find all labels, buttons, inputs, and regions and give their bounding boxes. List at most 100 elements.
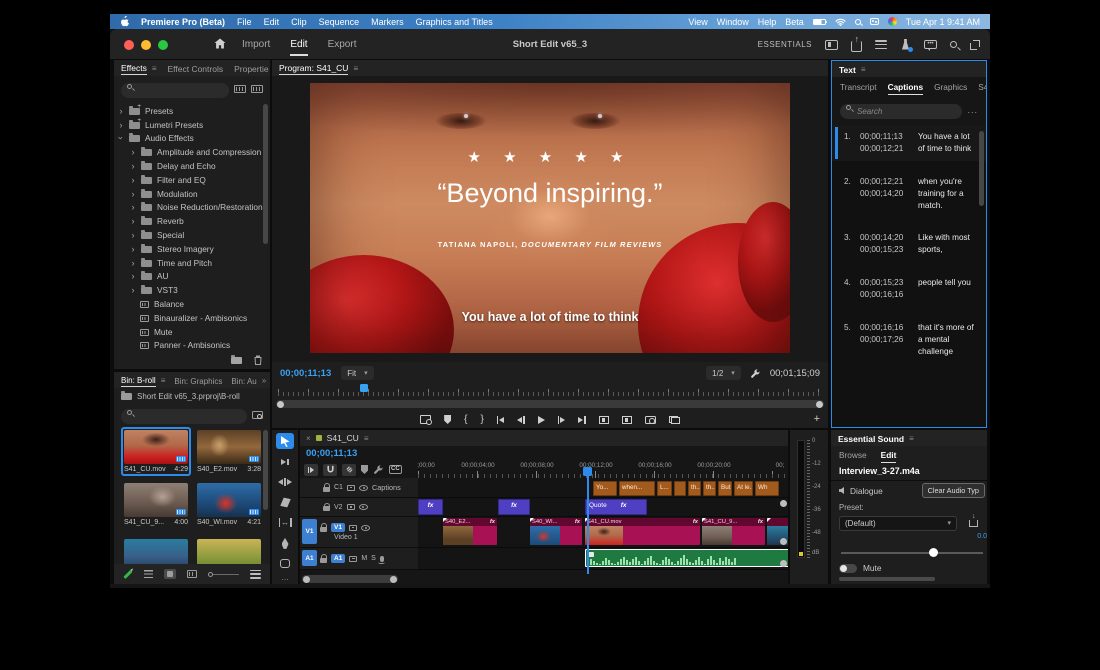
program-time-ruler[interactable] [278,385,822,396]
panel-menu-icon[interactable]: ≡ [364,434,369,443]
tab-program[interactable]: Program: S41_CU [279,61,348,75]
chevron-right-icon[interactable]: › [130,203,136,211]
bin-clip-s40-wi[interactable]: S40_WI.mov4:21 [197,483,261,526]
tab-edit[interactable]: Edit [290,33,307,56]
snap-magnet-icon[interactable] [323,464,337,476]
voiceover-mic-icon[interactable] [380,556,384,562]
tab-bin-broll[interactable]: Bin: B-roll [121,374,156,387]
program-timecode[interactable]: 00;00;11;13 [280,368,331,379]
source-patch-v1[interactable]: V1 [302,519,317,544]
sort-icon[interactable] [250,570,261,579]
program-video[interactable]: ★ ★ ★ ★ ★ “Beyond inspiring.” TATIANA NA… [310,83,790,353]
audio-effects-filter-icon[interactable] [251,85,263,93]
panel-overflow-icon[interactable]: » [262,376,266,385]
chevron-right-icon[interactable]: › [130,190,136,198]
tab-effect-controls[interactable]: Effect Controls [168,62,224,74]
gain-value[interactable]: 0.0 [977,533,987,540]
chevron-right-icon[interactable]: › [130,245,136,253]
timeline-playhead-marker[interactable] [583,467,592,476]
extract-icon[interactable] [622,416,632,424]
tree-item-delay-echo[interactable]: ›Delay and Echo [118,159,266,173]
caption-clip[interactable]: th... [688,481,701,496]
graphic-clip[interactable]: fx [418,499,443,515]
timeline-settings-icon[interactable] [373,464,384,475]
chevron-right-icon[interactable]: › [130,176,136,184]
spotlight-search-icon[interactable] [855,19,861,25]
home-icon[interactable] [214,38,226,49]
timeline-playhead[interactable] [587,474,589,574]
bin-search-input[interactable] [121,409,247,424]
lock-icon[interactable] [320,558,327,563]
tab-essential-sound[interactable]: Essential Sound [838,432,904,445]
freeform-view-icon[interactable] [187,570,198,578]
tree-item-mute[interactable]: Mute [118,325,266,339]
nest-toggle-icon[interactable] [304,464,318,476]
caption-clip[interactable]: Wh [755,481,779,496]
solo-track-button[interactable]: S [371,555,376,562]
menu-lines-icon[interactable] [875,40,887,49]
button-editor-plus-icon[interactable]: + [814,413,820,425]
program-scrollbar[interactable] [276,400,824,408]
selection-tool[interactable] [276,433,294,449]
ripple-edit-tool[interactable] [276,474,294,490]
close-window-button[interactable] [124,40,134,50]
tree-item-binauralizer[interactable]: Binauralizer - Ambisonics [118,311,266,325]
menu-window[interactable]: Window [717,17,749,27]
menu-clip[interactable]: Clip [291,17,307,27]
zoom-slider[interactable] [208,572,239,577]
bin-clip-partial[interactable] [124,539,188,564]
zoom-window-button[interactable] [158,40,168,50]
caption-row-3[interactable]: 3. 00;00;14;2000;00;15;23 Like with most… [832,226,986,262]
chevron-right-icon[interactable]: › [130,231,136,239]
tab-effects[interactable]: Effects [121,61,147,75]
clear-audio-type-button[interactable]: Clear Audio Typ [922,483,985,498]
comments-icon[interactable]: ••• [924,40,937,49]
tab-browse[interactable]: Browse [839,450,867,460]
playback-resolution-select[interactable]: 1/2▾ [706,366,741,380]
tab-properties[interactable]: Propertie [234,62,269,74]
captions-cc-icon[interactable]: CC [389,465,402,474]
tree-item-vst3[interactable]: ›VST3 [118,283,266,297]
wifi-icon[interactable] [835,18,846,26]
lift-icon[interactable] [599,416,609,424]
video-clip-s41-cu-9[interactable]: S41_CU_9...fx [702,518,765,545]
caption-clip[interactable]: L... [657,481,672,496]
display-style-icon[interactable] [347,504,355,510]
tab-sequence[interactable]: S41_CU [327,433,359,443]
linked-selection-icon[interactable] [342,464,356,476]
chevron-right-icon[interactable]: › [130,148,136,156]
menu-graphics-titles[interactable]: Graphics and Titles [416,17,493,27]
caption-row-5[interactable]: 5. 00;00;16;1600;00;17;26 that it's more… [832,316,986,364]
save-preset-icon[interactable] [969,520,978,527]
graphic-clip[interactable]: fx [498,499,530,515]
menu-view[interactable]: View [688,17,707,27]
menu-markers[interactable]: Markers [371,17,404,27]
bin-clip-s40-e2[interactable]: S40_E2.mov3:28 [197,430,261,473]
panel-menu-icon[interactable]: ≡ [861,65,866,74]
tab-import[interactable]: Import [242,39,270,50]
caption-clip[interactable]: But... [718,481,732,496]
caption-clip[interactable]: when... [619,481,655,496]
menu-help[interactable]: Help [758,17,777,27]
bin-clip-s41-cu-9[interactable]: S41_CU_9...4:00 [124,483,188,526]
new-bin-icon[interactable] [231,357,242,364]
pen-tool[interactable] [276,535,294,551]
lock-icon[interactable] [323,487,330,492]
add-marker-icon[interactable] [444,415,451,424]
program-playhead[interactable] [360,384,368,392]
play-icon[interactable] [538,416,545,424]
tree-item-panner[interactable]: Panner - Ambisonics [118,339,266,351]
tab-text[interactable]: Text [839,63,856,76]
caption-row-4[interactable]: 4. 00;00;15;2300;00;16;16 people tell yo… [832,271,986,307]
export-frame-icon[interactable] [645,416,656,424]
tree-item-modulation[interactable]: ›Modulation [118,187,266,201]
bins-scrollbar[interactable] [263,430,268,510]
comparison-view-icon[interactable] [420,415,431,424]
panel-menu-icon[interactable]: ≡ [909,434,914,443]
panel-menu-icon[interactable]: ≡ [161,376,166,385]
bin-clip-partial[interactable] [197,539,261,564]
track-c1-label[interactable]: C1 [334,484,343,491]
razor-tool[interactable] [276,494,294,510]
mute-toggle[interactable] [839,564,857,573]
help-search-icon[interactable] [950,41,957,48]
